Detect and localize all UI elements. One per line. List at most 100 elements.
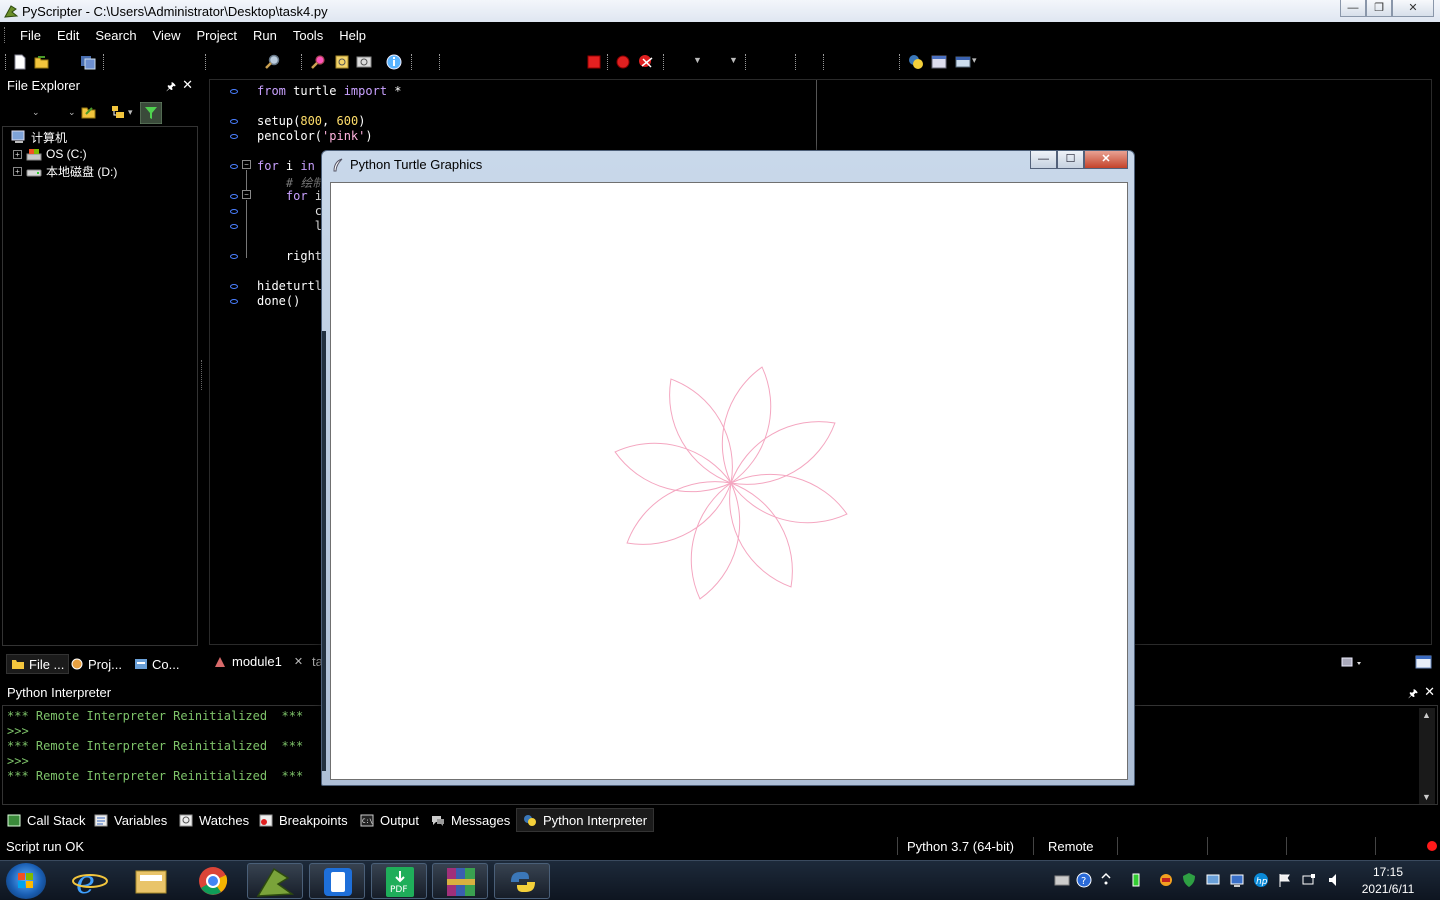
menu-tools[interactable]: Tools [286, 28, 332, 43]
breakpoint-marker-icon[interactable] [230, 89, 238, 94]
tab-project-explorer[interactable]: Proj... [70, 654, 122, 674]
layout-icon[interactable] [930, 53, 948, 71]
pdf-icon[interactable]: PDF [371, 863, 427, 899]
winrar-icon[interactable] [432, 863, 488, 899]
code-line[interactable]: for i in [257, 159, 315, 173]
chevron-down-icon[interactable]: ▾ [128, 107, 133, 118]
tab-code-explorer[interactable]: Co... [134, 654, 179, 674]
forward-dropdown-icon[interactable]: ⌄ [68, 107, 76, 118]
code-line[interactable]: for i [257, 189, 322, 203]
code-line[interactable]: hideturtl [257, 279, 322, 293]
breakpoint-marker-icon[interactable] [230, 194, 238, 199]
menu-file[interactable]: File [13, 28, 50, 43]
tab-module1[interactable]: module1 ✕ [213, 654, 303, 669]
close-tab-icon[interactable]: ✕ [294, 655, 303, 668]
tab-python-interpreter[interactable]: Python Interpreter [516, 808, 655, 832]
clear-breakpoints-icon[interactable] [637, 53, 655, 71]
minimize-button[interactable]: — [1340, 0, 1366, 17]
tab-file-explorer[interactable]: File ... [6, 654, 70, 674]
breakpoint-marker-icon[interactable] [230, 119, 238, 124]
expand-icon[interactable]: + [13, 166, 22, 176]
maximize-button[interactable]: ❐ [1366, 0, 1392, 17]
find-in-files-icon[interactable] [309, 53, 327, 71]
tab-messages[interactable]: Messages [431, 810, 510, 830]
shield-icon[interactable] [1181, 872, 1197, 888]
replace-icon[interactable] [333, 53, 351, 71]
turtle-graphics-window[interactable]: Python Turtle Graphics — ☐ ✕ [321, 150, 1135, 786]
menu-edit[interactable]: Edit [50, 28, 88, 43]
close-button[interactable]: ✕ [1392, 0, 1434, 17]
action-center-flag-icon[interactable] [1277, 872, 1293, 888]
system-clock[interactable]: 17:15 2021/6/11 [1352, 864, 1424, 898]
help-icon[interactable]: ? [1076, 872, 1092, 888]
window-layout-icon[interactable] [954, 53, 972, 71]
code-line[interactable]: done() [257, 294, 300, 308]
filter-icon[interactable] [140, 102, 162, 124]
file-explorer-icon[interactable] [124, 863, 180, 899]
editor-gutter[interactable]: − − [210, 80, 254, 644]
tree-item-drive-d[interactable]: + 本地磁盘 (D:) [13, 163, 117, 179]
close-icon[interactable]: ✕ [182, 77, 193, 93]
menu-run[interactable]: Run [246, 28, 286, 43]
breakpoint-icon[interactable] [614, 53, 632, 71]
menu-view[interactable]: View [146, 28, 190, 43]
chevron-down-icon[interactable]: ▾ [972, 55, 977, 66]
tree-item-drive-c[interactable]: + OS (C:) [13, 146, 87, 162]
scroll-up-icon[interactable]: ▲ [1422, 710, 1431, 720]
scroll-down-icon[interactable]: ▼ [1422, 792, 1431, 802]
new-file-icon[interactable] [11, 53, 29, 71]
save-all-icon[interactable] [79, 53, 97, 71]
hp-icon[interactable]: hp [1253, 872, 1269, 888]
breakpoint-marker-icon[interactable] [230, 284, 238, 289]
menu-project[interactable]: Project [190, 28, 246, 43]
security-center-icon[interactable] [1158, 872, 1174, 888]
breakpoint-marker-icon[interactable] [230, 209, 238, 214]
code-line[interactable]: right [257, 249, 322, 263]
fold-icon[interactable]: − [242, 160, 251, 169]
monitor-icon[interactable] [1229, 872, 1245, 888]
code-line[interactable]: c [257, 204, 322, 218]
volume-icon[interactable] [1326, 872, 1342, 888]
menu-help[interactable]: Help [332, 28, 375, 43]
maximize-button[interactable]: ☐ [1057, 151, 1084, 169]
python-version[interactable]: Python 3.7 (64-bit) [907, 839, 1014, 854]
tray-chevron-icon[interactable] [1098, 872, 1114, 888]
chevron-down-icon[interactable]: ▼ [693, 55, 702, 65]
tab-call-stack[interactable]: Call Stack [7, 810, 86, 830]
keyboard-icon[interactable] [1054, 872, 1070, 888]
turtle-canvas[interactable] [330, 182, 1128, 780]
breakpoint-marker-icon[interactable] [230, 299, 238, 304]
tree-item-computer[interactable]: 计算机 [11, 129, 67, 145]
windows-start-icon[interactable] [6, 863, 46, 899]
breakpoint-marker-icon[interactable] [230, 224, 238, 229]
code-line[interactable]: setup(800, 600) [257, 114, 365, 128]
menu-grip[interactable] [4, 27, 7, 43]
breakpoint-marker-icon[interactable] [230, 134, 238, 139]
tab-variables[interactable]: Variables [94, 810, 167, 830]
menu-search[interactable]: Search [88, 28, 145, 43]
code-line[interactable]: pencolor('pink') [257, 129, 373, 143]
python-taskbar-icon[interactable] [494, 863, 550, 899]
chevron-down-icon[interactable]: ▼ [729, 55, 738, 65]
phone-icon[interactable] [309, 863, 365, 899]
tab-watches[interactable]: Watches [179, 810, 249, 830]
panel-splitter[interactable] [201, 360, 204, 390]
expand-icon[interactable]: + [13, 149, 22, 159]
network-tool-icon[interactable] [1205, 872, 1221, 888]
close-icon[interactable]: ✕ [1424, 684, 1435, 700]
breakpoint-marker-icon[interactable] [230, 254, 238, 259]
favorites-icon[interactable] [110, 103, 128, 121]
screen-icon[interactable] [355, 53, 373, 71]
battery-icon[interactable] [1128, 872, 1144, 888]
breakpoint-marker-icon[interactable] [230, 164, 238, 169]
stop-icon[interactable] [585, 53, 603, 71]
minimize-button[interactable]: — [1030, 151, 1057, 169]
close-button[interactable]: ✕ [1084, 151, 1128, 169]
pin-icon[interactable]: 🖈 [1408, 685, 1418, 704]
tab-output[interactable]: C:\ Output [360, 810, 419, 830]
fold-icon[interactable]: − [242, 190, 251, 199]
network-icon[interactable] [1301, 872, 1317, 888]
engine-type[interactable]: Remote [1048, 839, 1094, 854]
toolbar-grip[interactable] [5, 54, 6, 70]
console-scrollbar[interactable]: ▲ ▼ [1419, 708, 1435, 804]
